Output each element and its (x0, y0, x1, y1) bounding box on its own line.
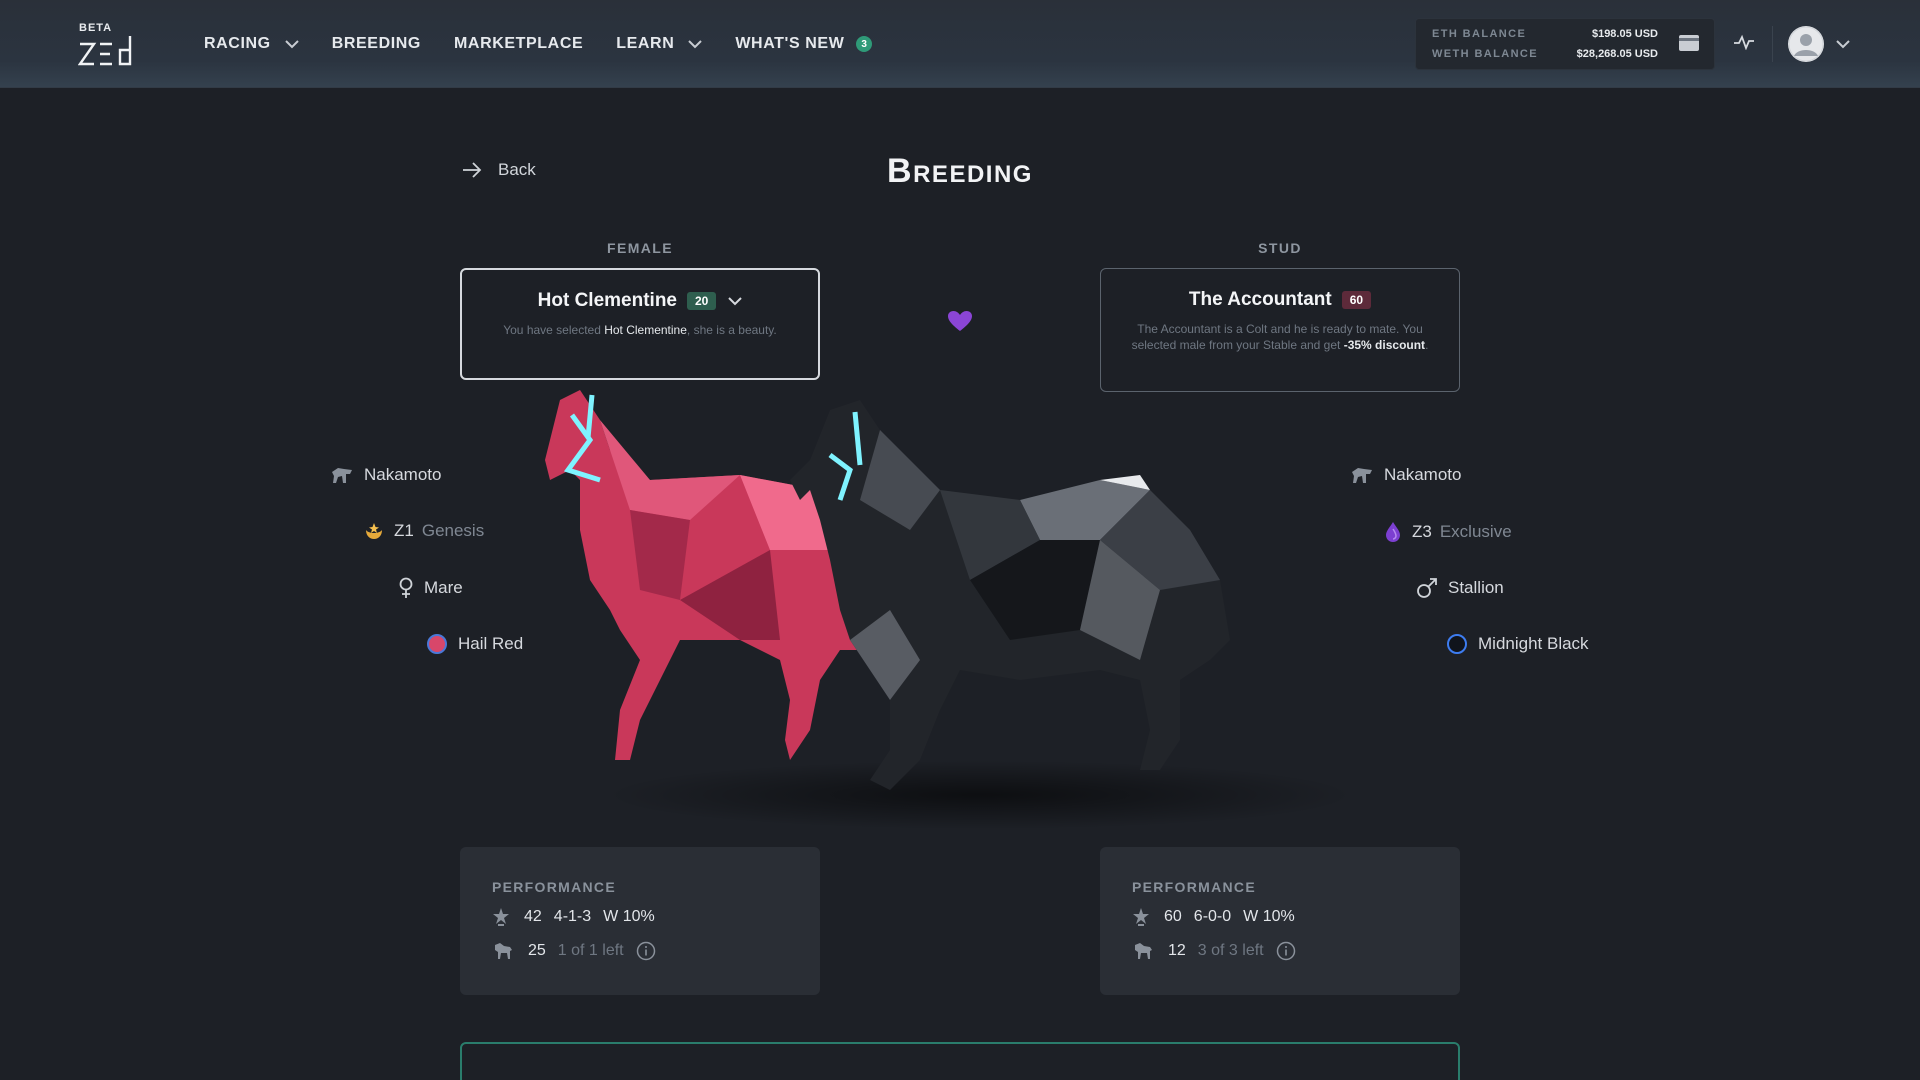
nav-breeding[interactable]: BREEDING (332, 35, 421, 53)
coat-color-swatch (426, 633, 448, 655)
female-selector-card[interactable]: Hot Clementine 20 You have selected Hot … (460, 268, 820, 380)
female-section-label: FEMALE (607, 240, 673, 256)
eth-balance-label: ETH BALANCE (1432, 28, 1527, 40)
heart-icon (947, 310, 973, 337)
stud-race-stats: 60 6-0-0 W 10% (1132, 907, 1307, 927)
genesis-icon (364, 521, 384, 541)
trophy-icon (1132, 907, 1150, 927)
stud-description: The Accountant is a Colt and he is ready… (1131, 322, 1429, 352)
female-offspring-stats: 25 1 of 1 left (492, 941, 668, 961)
weth-balance-row: WETH BALANCE $28,268.05 USD (1432, 48, 1658, 60)
avatar[interactable] (1788, 26, 1824, 62)
info-icon[interactable] (1276, 941, 1296, 961)
performance-title: PERFORMANCE (1132, 879, 1256, 895)
female-performance-card: PERFORMANCE 42 4-1-3 W 10% 25 1 of 1 lef… (460, 847, 820, 995)
horses-illustration (545, 390, 1230, 790)
exclusive-drop-icon (1384, 521, 1402, 543)
stud-zed-type: Z3 Exclusive (1384, 521, 1512, 543)
stud-offspring-count: 12 (1168, 942, 1186, 959)
female-gender: Mare (398, 577, 463, 599)
account-chevron-down-icon[interactable] (1836, 36, 1850, 54)
stud-level-badge: 60 (1341, 291, 1372, 309)
performance-title: PERFORMANCE (492, 879, 616, 895)
activity-pulse-icon[interactable] (1733, 34, 1755, 55)
female-description: You have selected Hot Clementine, she is… (503, 323, 777, 337)
female-races: 42 (524, 908, 542, 925)
eth-balance-value: $198.05 USD (1591, 28, 1658, 40)
stud-selector-card[interactable]: The Accountant 60 The Accountant is a Co… (1100, 268, 1460, 392)
stud-offspring-stats: 12 3 of 3 left (1132, 941, 1308, 961)
nav-racing[interactable]: RACING (204, 35, 299, 53)
female-coat: Hail Red (426, 633, 523, 655)
weth-balance-value: $28,268.05 USD (1576, 48, 1658, 60)
stud-name-row: The Accountant 60 (1101, 289, 1459, 311)
info-icon[interactable] (636, 941, 656, 961)
whats-new-count-badge: 3 (856, 36, 873, 52)
zed-logo[interactable]: BETA (78, 22, 138, 66)
stud-coat: Midnight Black (1446, 633, 1589, 655)
header-divider (1772, 26, 1773, 62)
female-name: Hot Clementine (537, 290, 677, 311)
female-zed-type: Z1 Genesis (364, 521, 484, 541)
female-record: 4-1-3 (553, 908, 592, 925)
user-icon (1788, 26, 1824, 62)
wallet-icon[interactable] (1678, 33, 1700, 58)
male-symbol-icon (1416, 577, 1438, 599)
female-symbol-icon (398, 577, 414, 599)
page-title: Breeding (887, 152, 1033, 190)
female-race-stats: 42 4-1-3 W 10% (492, 907, 667, 927)
stud-bloodline: Nakamoto (1350, 465, 1461, 485)
female-level-badge: 20 (687, 292, 717, 310)
weth-balance-label: WETH BALANCE (1432, 48, 1539, 60)
stud-gender: Stallion (1416, 577, 1504, 599)
main-nav: RACING BREEDING MARKETPLACE LEARN WHAT'S… (204, 0, 905, 88)
black-stallion-image (790, 400, 1230, 790)
breeding-summary-panel (460, 1042, 1460, 1080)
stud-record: 6-0-0 (1193, 908, 1232, 925)
nav-learn[interactable]: LEARN (616, 35, 703, 53)
trophy-icon (492, 907, 510, 927)
female-name-row: Hot Clementine 20 (462, 290, 818, 312)
stud-section-label: STUD (1258, 240, 1302, 256)
balance-panel[interactable]: ETH BALANCE $198.05 USD WETH BALANCE $28… (1415, 18, 1715, 70)
foal-icon (492, 941, 514, 961)
female-offspring-count: 25 (528, 942, 546, 959)
nav-whats-new[interactable]: WHAT'S NEW 3 (735, 35, 873, 53)
female-win-rate: W 10% (603, 908, 655, 925)
top-navigation-bar: BETA RACING BREEDING MARKETPLACE LEARN W… (0, 0, 1920, 88)
nav-marketplace[interactable]: MARKETPLACE (454, 35, 583, 53)
horse-head-icon (330, 466, 354, 484)
chevron-down-icon (688, 39, 703, 49)
stud-name: The Accountant (1188, 289, 1332, 310)
stud-performance-card: PERFORMANCE 60 6-0-0 W 10% 12 3 of 3 lef… (1100, 847, 1460, 995)
female-offspring-left: 1 of 1 left (557, 942, 624, 959)
stud-win-rate: W 10% (1243, 908, 1295, 925)
beta-label: BETA (79, 22, 113, 34)
eth-balance-row: ETH BALANCE $198.05 USD (1432, 28, 1658, 40)
female-bloodline: Nakamoto (330, 465, 441, 485)
stud-offspring-left: 3 of 3 left (1197, 942, 1264, 959)
zed-logo-icon (78, 36, 132, 66)
coat-color-swatch (1446, 633, 1468, 655)
chevron-down-icon[interactable] (728, 296, 743, 306)
chevron-down-icon (285, 39, 299, 49)
foal-icon (1132, 941, 1154, 961)
stud-races: 60 (1164, 908, 1182, 925)
